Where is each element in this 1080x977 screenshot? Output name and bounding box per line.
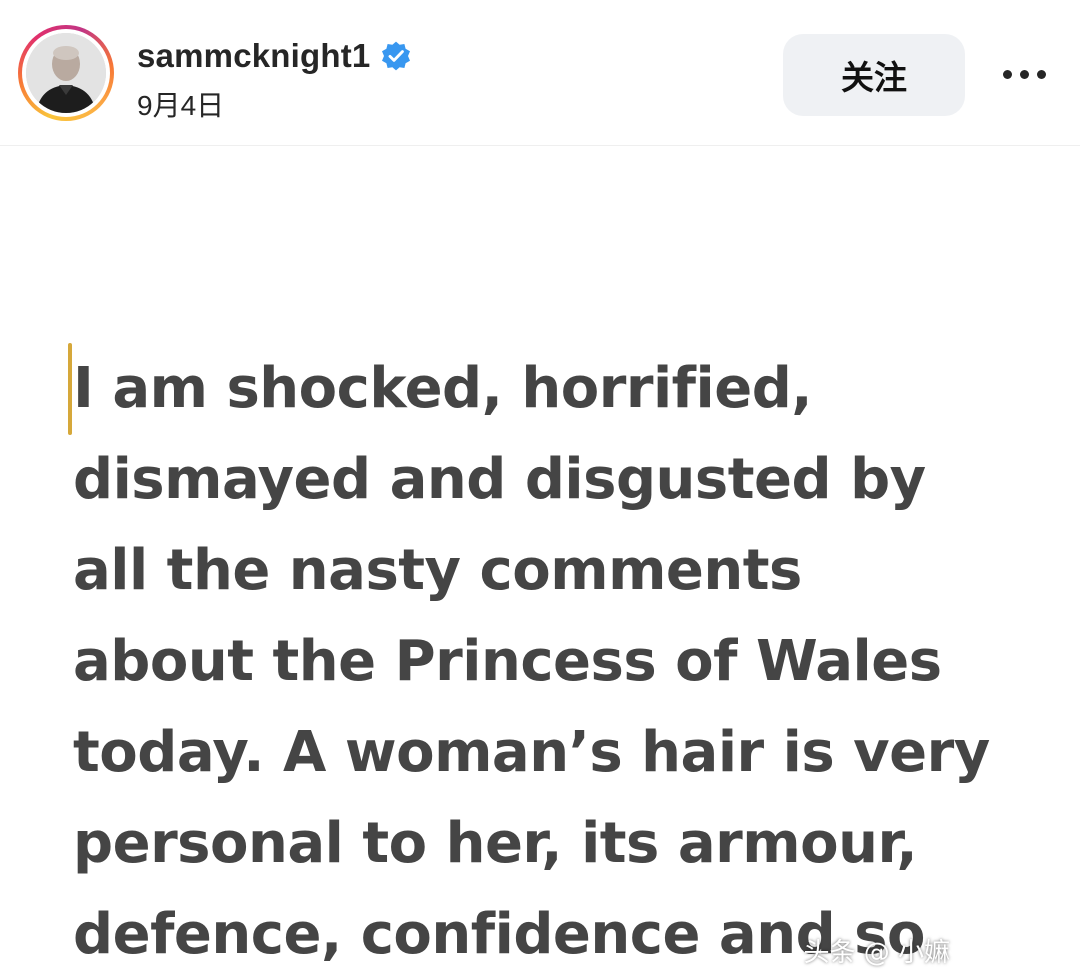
quote-text: I am shocked, horrified, dismayed and di… (73, 343, 1063, 977)
quote-line: dismayed and disgusted by (73, 447, 926, 512)
post-date: 9月4日 (137, 90, 225, 121)
watermark: 头条 @ 小嫲 (803, 938, 950, 968)
quote-line: about the Princess of Wales (73, 629, 942, 694)
username-row: sammcknight1 (137, 36, 412, 76)
avatar[interactable] (26, 33, 106, 113)
quote-line: today. A woman’s hair is very (73, 720, 990, 785)
more-dot (1019, 69, 1029, 79)
post-header: sammcknight1 9月4日 关注 (0, 0, 1080, 146)
text-cursor (68, 343, 72, 435)
more-dot (1002, 69, 1012, 79)
quote-line: personal to her, its armour, (73, 811, 918, 876)
story-ring[interactable] (18, 25, 114, 121)
avatar-frame (22, 29, 110, 117)
post-image[interactable]: I am shocked, horrified, dismayed and di… (0, 147, 1080, 977)
more-dot (1036, 69, 1046, 79)
more-options-icon[interactable] (996, 52, 1052, 96)
verified-badge-icon (382, 41, 411, 71)
avatar-image (26, 33, 106, 113)
follow-button[interactable]: 关注 (783, 34, 965, 116)
quote-line: all the nasty comments (73, 538, 802, 603)
username[interactable]: sammcknight1 (137, 37, 370, 75)
quote-line: I am shocked, horrified, (73, 356, 813, 421)
